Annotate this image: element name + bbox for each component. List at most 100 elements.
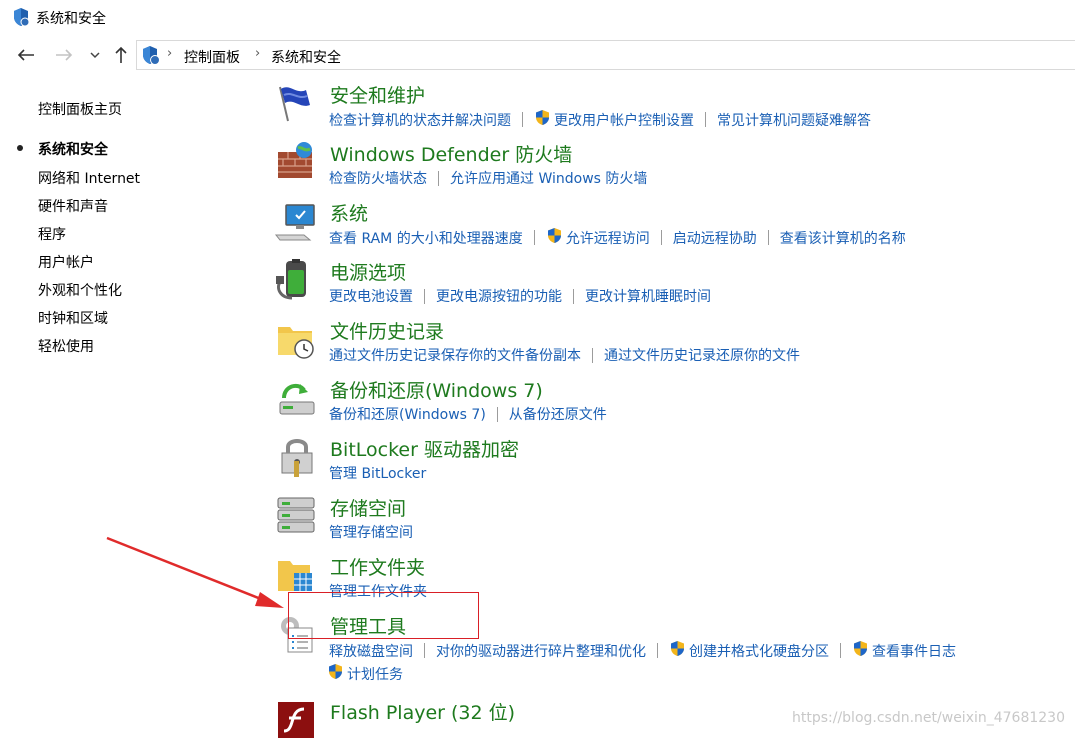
category-title[interactable]: Flash Player (32 位) bbox=[330, 698, 515, 725]
security-flag-icon[interactable] bbox=[274, 81, 320, 127]
chevron-down-icon[interactable] bbox=[84, 44, 106, 66]
sidebar-item-user-accounts[interactable]: 用户帐户 bbox=[38, 252, 94, 272]
link-divider bbox=[573, 288, 574, 304]
category-link[interactable]: 备份和还原(Windows 7) bbox=[329, 404, 486, 424]
category-title[interactable]: 备份和还原(Windows 7) bbox=[330, 376, 543, 403]
sidebar-item-appearance[interactable]: 外观和个性化 bbox=[38, 280, 122, 300]
category-link-label: 常见计算机问题疑难解答 bbox=[717, 112, 871, 129]
category-title[interactable]: Windows Defender 防火墙 bbox=[330, 140, 572, 167]
link-divider bbox=[522, 112, 523, 127]
category-link-label: 通过文件历史记录还原你的文件 bbox=[604, 348, 800, 364]
category-link-label: 查看 RAM 的大小和处理器速度 bbox=[329, 230, 523, 247]
firewall-icon[interactable] bbox=[274, 140, 320, 186]
category-link[interactable]: 通过文件历史记录保存你的文件备份副本 bbox=[329, 345, 581, 365]
category-link-label: 允许远程访问 bbox=[565, 230, 650, 247]
breadcrumb-control-panel[interactable]: 控制面板 bbox=[184, 47, 240, 67]
link-divider bbox=[840, 643, 841, 658]
computer-icon[interactable] bbox=[274, 199, 320, 245]
uac-shield-icon bbox=[327, 663, 344, 684]
category-link-label: 通过文件历史记录保存你的文件备份副本 bbox=[329, 348, 581, 364]
category-links: 管理存储空间 bbox=[329, 522, 413, 542]
category-link-label: 允许应用通过 Windows 防火墙 bbox=[450, 171, 648, 187]
category-link-label: 计划任务 bbox=[347, 666, 403, 683]
category-links: 更改电池设置 更改电源按钮的功能 更改计算机睡眠时间 bbox=[329, 286, 711, 306]
category-link[interactable]: 管理 BitLocker bbox=[329, 463, 426, 483]
breadcrumb-separator-icon[interactable]: › bbox=[255, 46, 260, 61]
category-link[interactable]: 通过文件历史记录还原你的文件 bbox=[604, 345, 800, 365]
category-links: 释放磁盘空间 对你的驱动器进行碎片整理和优化 创建并格式化硬盘分区 查看事件日志 bbox=[329, 640, 956, 661]
forward-arrow-icon[interactable] bbox=[53, 44, 75, 66]
file-history-icon[interactable] bbox=[274, 317, 320, 363]
category-title[interactable]: 工作文件夹 bbox=[330, 553, 425, 580]
category-section: 存储空间 管理存储空间 bbox=[274, 494, 1074, 552]
link-divider bbox=[438, 170, 439, 186]
sidebar-item-clock-region[interactable]: 时钟和区域 bbox=[38, 308, 108, 328]
category-link-label: 更改电源按钮的功能 bbox=[436, 289, 562, 305]
category-section: 安全和维护 检查计算机的状态并解决问题 更改用户帐户控制设置 常见计算机问题疑难解答 bbox=[274, 81, 1074, 139]
back-arrow-icon[interactable] bbox=[15, 44, 37, 66]
category-link[interactable]: 更改电池设置 bbox=[329, 286, 413, 306]
category-link-label: 对你的驱动器进行碎片整理和优化 bbox=[436, 643, 646, 660]
category-link[interactable]: 常见计算机问题疑难解答 bbox=[717, 110, 871, 130]
backup-restore-icon[interactable] bbox=[274, 376, 320, 422]
navigation-bar: › 控制面板 › 系统和安全 bbox=[0, 38, 1075, 74]
flash-player-icon[interactable] bbox=[274, 698, 320, 744]
category-link[interactable]: 计划任务 bbox=[327, 663, 403, 684]
category-link[interactable]: 创建并格式化硬盘分区 bbox=[669, 640, 829, 661]
uac-shield-icon bbox=[852, 640, 869, 661]
category-link[interactable]: 查看事件日志 bbox=[852, 640, 956, 661]
category-title[interactable]: 系统 bbox=[330, 199, 368, 226]
category-link-label: 管理 BitLocker bbox=[329, 466, 427, 482]
link-divider bbox=[660, 230, 662, 245]
link-divider bbox=[496, 406, 498, 422]
category-links: 检查计算机的状态并解决问题 更改用户帐户控制设置 常见计算机问题疑难解答 bbox=[329, 109, 871, 130]
bitlocker-icon[interactable] bbox=[274, 435, 320, 481]
category-link-label: 启动远程协助 bbox=[672, 230, 757, 247]
category-link-label: 备份和还原(Windows 7) bbox=[329, 407, 486, 423]
category-section: Flash Player (32 位) bbox=[274, 698, 1074, 756]
title-bar: 系统和安全 bbox=[0, 0, 1075, 34]
category-link[interactable]: 释放磁盘空间 bbox=[329, 641, 413, 661]
breadcrumb-system-security[interactable]: 系统和安全 bbox=[271, 47, 341, 67]
address-bar[interactable]: › 控制面板 › 系统和安全 bbox=[136, 40, 1075, 70]
category-links: 备份和还原(Windows 7) 从备份还原文件 bbox=[329, 404, 607, 424]
category-title[interactable]: BitLocker 驱动器加密 bbox=[330, 435, 519, 462]
category-link-label: 释放磁盘空间 bbox=[329, 643, 413, 660]
uac-shield-icon bbox=[534, 109, 551, 130]
up-arrow-icon[interactable] bbox=[110, 44, 132, 66]
category-section: 系统查看 RAM 的大小和处理器速度 允许远程访问 启动远程协助 查看该计算机的名称 bbox=[274, 199, 1074, 257]
category-link-label: 更改计算机睡眠时间 bbox=[585, 289, 711, 305]
category-link[interactable]: 查看该计算机的名称 bbox=[780, 228, 906, 248]
link-divider bbox=[592, 347, 593, 363]
category-links: 查看 RAM 的大小和处理器速度 允许远程访问 启动远程协助 查看该计算机的名称 bbox=[329, 227, 906, 248]
category-link[interactable]: 管理存储空间 bbox=[329, 522, 413, 542]
category-link[interactable]: 启动远程协助 bbox=[673, 228, 757, 248]
sidebar-item-hardware[interactable]: 硬件和声音 bbox=[38, 196, 108, 216]
category-title[interactable]: 文件历史记录 bbox=[330, 317, 444, 344]
sidebar-item-programs[interactable]: 程序 bbox=[38, 224, 66, 244]
security-shield-icon bbox=[12, 7, 30, 31]
category-title[interactable]: 存储空间 bbox=[330, 494, 406, 521]
sidebar-item-home[interactable]: 控制面板主页 bbox=[38, 99, 122, 119]
category-title[interactable]: 电源选项 bbox=[330, 258, 406, 285]
category-title[interactable]: 安全和维护 bbox=[330, 81, 425, 108]
category-section: 备份和还原(Windows 7) 备份和还原(Windows 7) 从备份还原文件 bbox=[274, 376, 1074, 434]
category-link[interactable]: 检查计算机的状态并解决问题 bbox=[329, 110, 511, 130]
breadcrumb-separator-icon[interactable]: › bbox=[167, 46, 172, 61]
storage-spaces-icon[interactable] bbox=[274, 494, 320, 540]
category-link[interactable]: 查看 RAM 的大小和处理器速度 bbox=[329, 228, 523, 248]
category-link[interactable]: 允许远程访问 bbox=[546, 227, 650, 248]
sidebar-item-ease-of-access[interactable]: 轻松使用 bbox=[38, 336, 94, 356]
category-section: BitLocker 驱动器加密管理 BitLocker bbox=[274, 435, 1074, 493]
sidebar-item-network[interactable]: 网络和 Internet bbox=[38, 168, 140, 188]
category-link[interactable]: 检查防火墙状态 bbox=[329, 168, 427, 188]
sidebar-item-system-security[interactable]: 系统和安全 bbox=[38, 139, 108, 159]
category-link[interactable]: 更改计算机睡眠时间 bbox=[585, 286, 711, 306]
category-link[interactable]: 更改电源按钮的功能 bbox=[436, 286, 562, 306]
category-link[interactable]: 对你的驱动器进行碎片整理和优化 bbox=[436, 641, 646, 661]
category-link-label: 更改用户帐户控制设置 bbox=[554, 112, 694, 129]
category-link[interactable]: 更改用户帐户控制设置 bbox=[534, 109, 694, 130]
category-link[interactable]: 从备份还原文件 bbox=[509, 404, 607, 424]
battery-icon[interactable] bbox=[274, 258, 320, 304]
category-link[interactable]: 允许应用通过 Windows 防火墙 bbox=[450, 168, 647, 188]
